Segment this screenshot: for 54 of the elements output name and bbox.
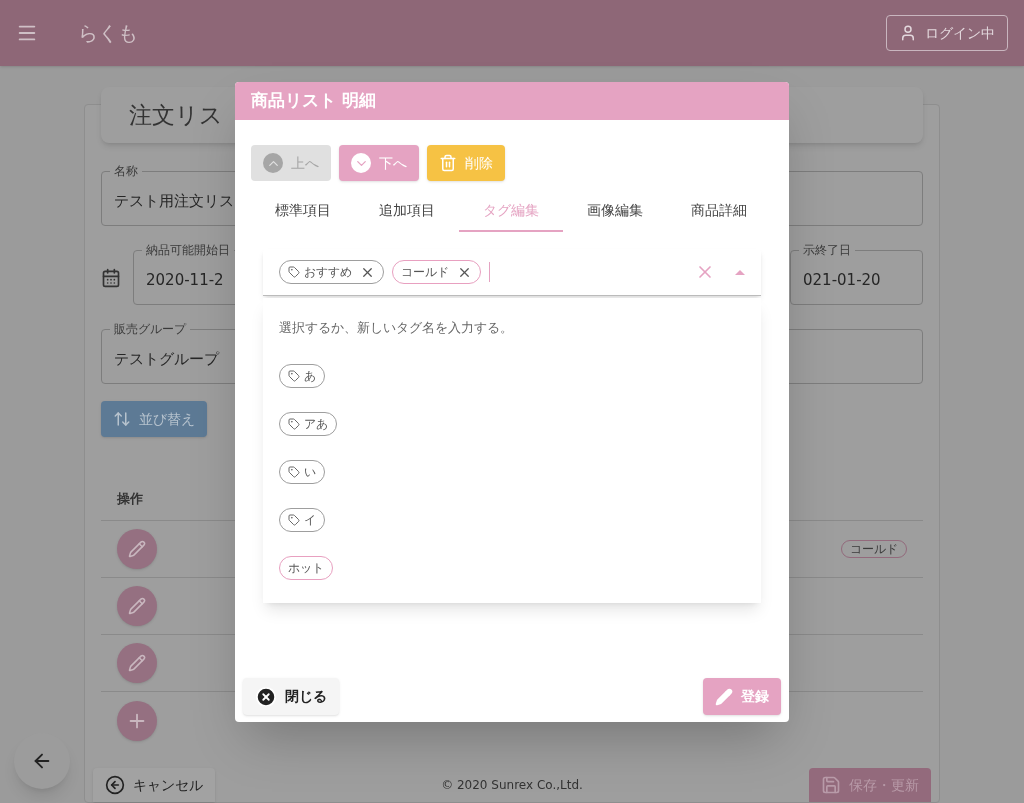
tag-chip[interactable]: い — [279, 459, 325, 484]
edit-button[interactable] — [117, 529, 157, 569]
field-label: 納品可能開始日 — [145, 243, 231, 257]
edit-button[interactable] — [117, 586, 157, 626]
arrow-left-icon — [105, 775, 125, 795]
trash-icon — [439, 154, 457, 172]
field-value: テストグループ — [114, 348, 219, 370]
chevron-down-icon — [351, 153, 371, 173]
pencil-icon — [128, 654, 146, 672]
user-icon — [899, 24, 917, 42]
copyright-text: © 2020 Sunrex Co.,Ltd. — [441, 777, 583, 794]
save-icon — [821, 775, 841, 795]
app-title: らくも — [78, 20, 138, 47]
add-button[interactable] — [117, 700, 157, 741]
edit-button[interactable] — [117, 643, 157, 683]
dialog-title: 商品リスト 明細 — [251, 89, 376, 113]
column-header: 操作 — [117, 489, 143, 508]
tag-icon — [288, 513, 300, 526]
tag-input[interactable]: おすすめ コールド — [263, 249, 761, 296]
tag-icon — [288, 369, 300, 382]
tag-chip[interactable]: あ — [279, 363, 325, 388]
chevron-up-icon — [263, 153, 283, 173]
cancel-button[interactable]: キャンセル — [93, 768, 215, 802]
pencil-icon — [715, 687, 733, 706]
field-label: 示終了日 — [802, 243, 852, 257]
tag-chip[interactable]: コールド — [392, 260, 481, 284]
tag-chip[interactable]: おすすめ — [279, 260, 384, 284]
tab[interactable]: 画像編集 — [563, 190, 667, 232]
tag-chip[interactable]: ホット — [279, 555, 333, 580]
field-value: テスト用注文リス — [114, 190, 234, 212]
close-icon — [255, 685, 277, 708]
tag-chip[interactable]: イ — [279, 507, 325, 532]
tag-icon — [288, 417, 300, 430]
calendar-icon[interactable] — [101, 267, 121, 288]
tab[interactable]: 追加項目 — [355, 190, 459, 232]
field-value: 2020-11-2 — [146, 269, 224, 291]
field-label: 名称 — [113, 164, 139, 178]
login-button[interactable]: ログイン中 — [886, 15, 1008, 51]
date-field[interactable]: 示終了日 021-01-20 — [790, 243, 923, 305]
tab[interactable]: 標準項目 — [251, 190, 355, 232]
collapse-icon[interactable] — [735, 269, 745, 275]
tag-icon — [288, 266, 300, 278]
field-label: 販売グループ — [113, 322, 188, 336]
pencil-icon — [128, 597, 146, 615]
close-button[interactable]: 閉じる — [243, 678, 339, 715]
tag-icon — [288, 465, 300, 478]
field-value: 021-01-20 — [803, 269, 881, 291]
hint-text: 選択するか、新しいタグ名を入力する。 — [279, 319, 514, 337]
text-cursor — [489, 262, 490, 282]
page-title: 注文リス — [129, 100, 223, 130]
tab[interactable]: 商品詳細 — [667, 190, 771, 232]
sort-icon — [113, 410, 131, 428]
tag-chip[interactable]: アあ — [279, 411, 337, 436]
pencil-icon — [128, 540, 146, 558]
